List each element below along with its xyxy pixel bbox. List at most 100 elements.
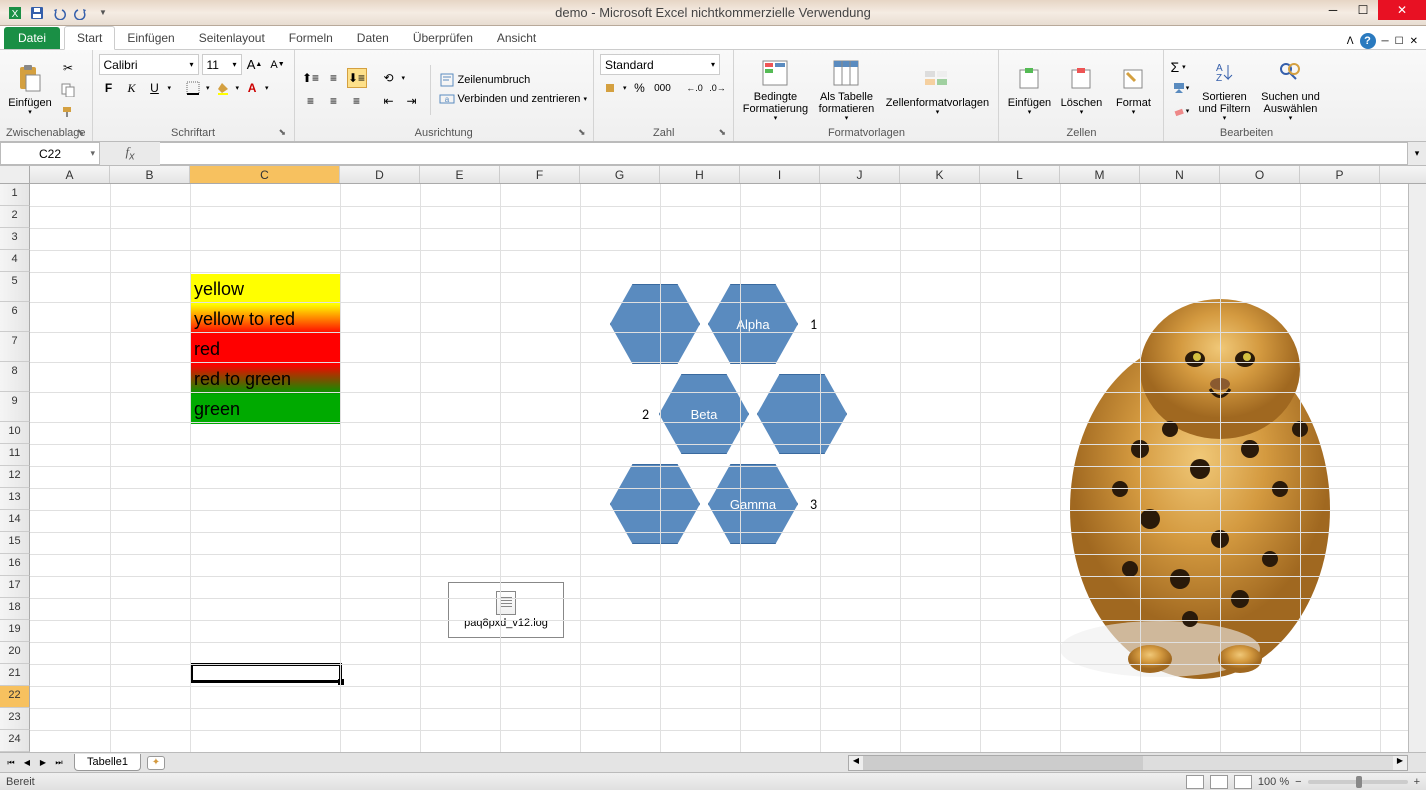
- horizontal-scrollbar[interactable]: ◀ ▶: [848, 755, 1408, 771]
- undo-icon[interactable]: [50, 4, 68, 22]
- copy-icon[interactable]: [58, 80, 78, 100]
- expand-formula-icon[interactable]: ▾: [1408, 148, 1426, 159]
- fx-icon[interactable]: fx: [117, 144, 142, 163]
- font-color-icon[interactable]: A: [242, 78, 262, 98]
- align-left-icon[interactable]: ≡: [301, 91, 321, 111]
- cell-h10[interactable]: 2: [642, 406, 649, 423]
- window-close-icon[interactable]: ✕: [1410, 36, 1418, 47]
- sheet-nav-first-icon[interactable]: ⏮: [4, 756, 18, 770]
- align-center-icon[interactable]: ≡: [324, 91, 344, 111]
- row-header[interactable]: 24: [0, 730, 30, 752]
- row-header[interactable]: 2: [0, 206, 30, 228]
- name-box[interactable]: C22: [0, 142, 100, 165]
- fill-color-icon[interactable]: [213, 78, 233, 98]
- format-painter-icon[interactable]: [58, 102, 78, 122]
- sheet-nav-next-icon[interactable]: ▶: [36, 756, 50, 770]
- tab-start[interactable]: Start: [64, 26, 115, 50]
- row-header[interactable]: 16: [0, 554, 30, 576]
- col-header[interactable]: J: [820, 166, 900, 183]
- save-icon[interactable]: [28, 4, 46, 22]
- font-size-select[interactable]: 11 ▾: [202, 54, 242, 75]
- row-header[interactable]: 8: [0, 362, 30, 392]
- row-header[interactable]: 3: [0, 228, 30, 250]
- conditional-formatting-button[interactable]: Bedingte Formatierung ▾: [740, 57, 810, 123]
- find-select-button[interactable]: Suchen und Auswählen ▾: [1258, 57, 1322, 123]
- font-dialog-icon[interactable]: ⬊: [279, 127, 291, 139]
- decrease-indent-icon[interactable]: ⇤: [379, 91, 399, 111]
- alignment-dialog-icon[interactable]: ⬊: [578, 127, 590, 139]
- clear-icon[interactable]: ▾: [1170, 101, 1190, 121]
- fill-icon[interactable]: ▾: [1170, 78, 1190, 98]
- row-header[interactable]: 14: [0, 510, 30, 532]
- increase-indent-icon[interactable]: ⇥: [402, 91, 422, 111]
- accounting-format-icon[interactable]: [600, 78, 620, 98]
- excel-icon[interactable]: X: [6, 4, 24, 22]
- cell-styles-button[interactable]: Zellenformatvorlagen ▾: [882, 57, 992, 123]
- row-header[interactable]: 21: [0, 664, 30, 686]
- qat-chevron-down-icon[interactable]: ▼: [94, 4, 112, 22]
- embedded-object[interactable]: paq8pxd_v12.log: [448, 582, 564, 638]
- col-header[interactable]: L: [980, 166, 1060, 183]
- formula-input[interactable]: [160, 142, 1408, 165]
- wrap-text-button[interactable]: Zeilenumbruch: [439, 72, 587, 88]
- percent-icon[interactable]: %: [629, 78, 649, 98]
- row-header[interactable]: 22: [0, 686, 30, 708]
- fill-handle[interactable]: [338, 679, 344, 685]
- row-header[interactable]: 17: [0, 576, 30, 598]
- row-header[interactable]: 23: [0, 708, 30, 730]
- sheet-nav-prev-icon[interactable]: ◀: [20, 756, 34, 770]
- row-header[interactable]: 13: [0, 488, 30, 510]
- align-middle-icon[interactable]: ≡: [324, 68, 344, 88]
- sheet-nav-last-icon[interactable]: ⏭: [52, 756, 66, 770]
- delete-cells-button[interactable]: Löschen ▾: [1057, 57, 1105, 123]
- align-right-icon[interactable]: ≡: [347, 91, 367, 111]
- cut-icon[interactable]: ✂: [58, 58, 78, 78]
- align-bottom-icon[interactable]: ⬇≡: [347, 68, 367, 88]
- row-header[interactable]: 6: [0, 302, 30, 332]
- decrease-decimal-icon[interactable]: .0→: [707, 78, 727, 98]
- hexagon-shape[interactable]: [610, 284, 700, 364]
- row-header[interactable]: 5: [0, 272, 30, 302]
- row-header[interactable]: 18: [0, 598, 30, 620]
- row-header[interactable]: 7: [0, 332, 30, 362]
- sort-filter-button[interactable]: AZ Sortieren und Filtern ▾: [1194, 57, 1254, 123]
- format-cells-button[interactable]: Format ▾: [1109, 57, 1157, 123]
- row-header[interactable]: 10: [0, 422, 30, 444]
- number-dialog-icon[interactable]: ⬊: [718, 127, 730, 139]
- colored-cells[interactable]: yellow yellow to red red red to green gr…: [190, 274, 340, 424]
- cell-j6[interactable]: 1: [810, 316, 817, 333]
- col-header[interactable]: I: [740, 166, 820, 183]
- window-min-icon[interactable]: ─: [1382, 36, 1389, 47]
- new-sheet-icon[interactable]: ✦: [147, 756, 165, 770]
- format-as-table-button[interactable]: Als Tabelle formatieren ▾: [814, 57, 878, 123]
- merge-center-button[interactable]: a Verbinden und zentrieren ▾: [439, 91, 587, 107]
- row-header[interactable]: 20: [0, 642, 30, 664]
- tab-formulas[interactable]: Formeln: [277, 27, 345, 49]
- italic-icon[interactable]: K: [122, 78, 142, 98]
- help-icon[interactable]: ?: [1360, 33, 1376, 49]
- select-all-corner[interactable]: [0, 166, 30, 183]
- orientation-icon[interactable]: ⟲: [379, 68, 399, 88]
- col-header[interactable]: F: [500, 166, 580, 183]
- zoom-in-icon[interactable]: +: [1414, 776, 1420, 788]
- col-header[interactable]: K: [900, 166, 980, 183]
- row-header[interactable]: 19: [0, 620, 30, 642]
- col-header[interactable]: P: [1300, 166, 1380, 183]
- hexagon-alpha[interactable]: Alpha: [708, 284, 798, 364]
- col-header[interactable]: B: [110, 166, 190, 183]
- shrink-font-icon[interactable]: A▼: [268, 55, 288, 75]
- col-header[interactable]: G: [580, 166, 660, 183]
- col-header[interactable]: H: [660, 166, 740, 183]
- row-header[interactable]: 4: [0, 250, 30, 272]
- zoom-level[interactable]: 100 %: [1258, 776, 1289, 788]
- col-header[interactable]: D: [340, 166, 420, 183]
- redo-icon[interactable]: [72, 4, 90, 22]
- underline-icon[interactable]: U: [145, 78, 165, 98]
- hexagon-beta[interactable]: Beta: [659, 374, 749, 454]
- view-pagebreak-icon[interactable]: [1234, 775, 1252, 789]
- zoom-slider[interactable]: [1308, 780, 1408, 784]
- autosum-icon[interactable]: Σ ▾: [1170, 59, 1190, 75]
- hexagon-shape[interactable]: [757, 374, 847, 454]
- minimize-ribbon-icon[interactable]: ᐱ: [1347, 36, 1354, 47]
- col-header[interactable]: O: [1220, 166, 1300, 183]
